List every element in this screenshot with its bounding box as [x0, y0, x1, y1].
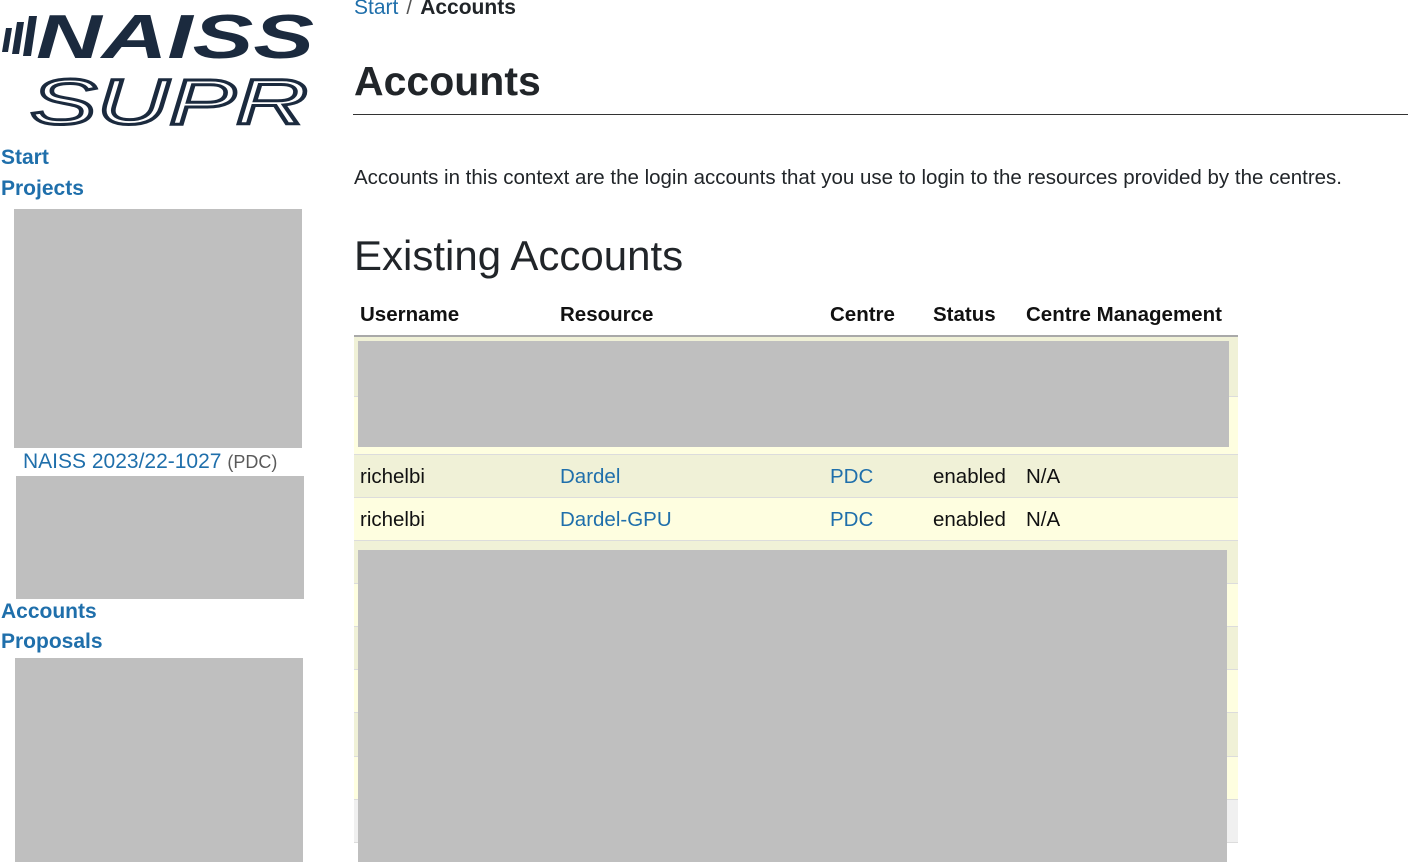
redacted-table-rows — [358, 341, 1229, 447]
title-divider — [353, 114, 1408, 115]
breadcrumb: Start / Accounts — [354, 0, 516, 20]
cell-resource-link[interactable]: Dardel — [560, 465, 620, 489]
cell-username: richelbi — [360, 465, 425, 488]
column-header-centre-management[interactable]: Centre Management — [1026, 303, 1222, 327]
sidebar-item-accounts[interactable]: Accounts — [1, 600, 97, 624]
sidebar-item-projects[interactable]: Projects — [1, 177, 84, 201]
cell-status: enabled — [933, 508, 1006, 531]
logo-naiss-text: NAISS — [36, 6, 314, 72]
naiss-supr-logo[interactable]: NAISS SUPR — [0, 3, 318, 140]
redacted-proposal-list — [15, 658, 303, 862]
column-header-status[interactable]: Status — [933, 303, 996, 327]
table-header: Username Resource Centre Status Centre M… — [354, 296, 1238, 337]
table-row: richelbi Dardel-GPU PDC enabled N/A — [354, 498, 1238, 541]
project-name-link[interactable]: NAISS 2023/22-1027 — [23, 450, 221, 473]
column-header-centre[interactable]: Centre — [830, 303, 895, 327]
project-link[interactable]: NAISS 2023/22-1027 (PDC) — [23, 450, 277, 474]
page-title: Accounts — [354, 58, 541, 104]
redacted-project-list — [14, 209, 302, 448]
cell-resource-link[interactable]: Dardel-GPU — [560, 508, 672, 532]
cell-status: enabled — [933, 465, 1006, 488]
breadcrumb-separator: / — [406, 0, 413, 19]
breadcrumb-current: Accounts — [420, 0, 516, 19]
section-title: Existing Accounts — [354, 232, 684, 279]
cell-centre-link[interactable]: PDC — [830, 465, 873, 489]
cell-centre-link[interactable]: PDC — [830, 508, 873, 532]
cell-centre-management: N/A — [1026, 508, 1061, 531]
intro-text: Accounts in this context are the login a… — [354, 166, 1342, 189]
redacted-table-rows — [358, 550, 1227, 862]
column-header-resource[interactable]: Resource — [560, 303, 653, 327]
cell-username: richelbi — [360, 508, 425, 531]
logo-graphic: NAISS SUPR — [2, 3, 314, 140]
redacted-project-list — [16, 476, 304, 599]
accounts-table: Username Resource Centre Status Centre M… — [354, 296, 1238, 862]
table-row: richelbi Dardel PDC enabled N/A — [354, 455, 1238, 498]
cell-centre-management: N/A — [1026, 465, 1061, 488]
logo-supr-text: SUPR — [30, 66, 308, 128]
sidebar: NAISS SUPR Start Projects NAISS 2023/22-… — [0, 0, 320, 862]
sidebar-item-proposals[interactable]: Proposals — [1, 630, 103, 654]
sidebar-item-start[interactable]: Start — [1, 146, 49, 170]
column-header-username[interactable]: Username — [360, 303, 459, 327]
breadcrumb-start-link[interactable]: Start — [354, 0, 398, 19]
project-centre: (PDC) — [227, 452, 278, 472]
